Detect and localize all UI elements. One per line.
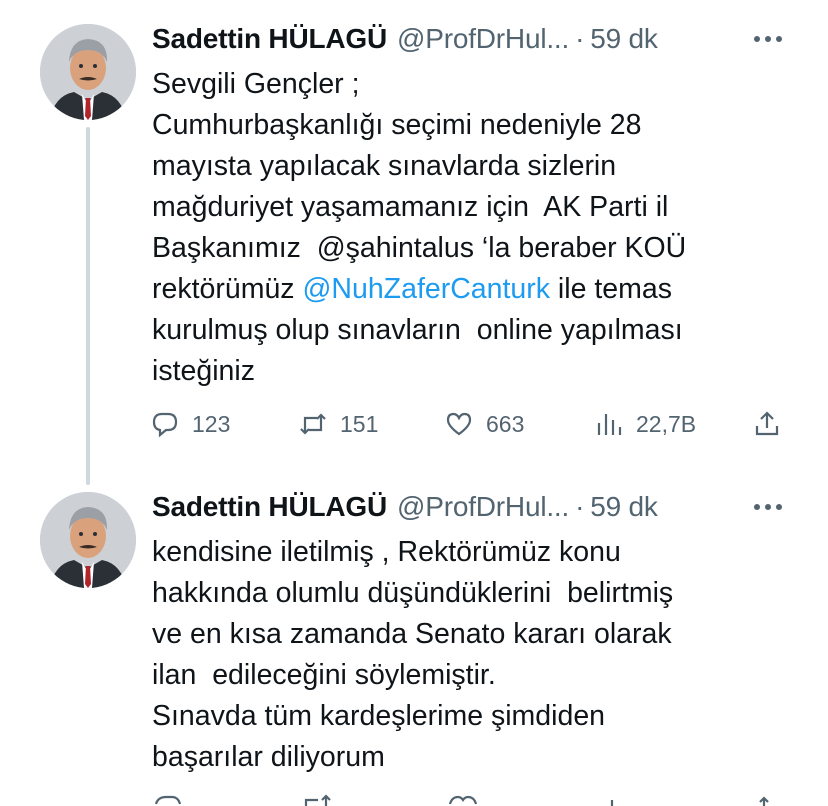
reply-icon	[154, 795, 182, 805]
more-options-button[interactable]	[748, 490, 788, 524]
tweet-text-line: Cumhurbaşkanlığı seçimi nedeniyle 28	[152, 109, 642, 141]
heart-icon	[448, 795, 478, 805]
profile-photo-icon	[40, 24, 136, 120]
tweet-1[interactable]: Sadettin HÜLAGÜ @ProfDrHul... · 59 dk Se…	[0, 0, 828, 485]
tweet-2-actions-partial	[150, 792, 790, 806]
separator-dot: ·	[575, 23, 585, 54]
reply-button[interactable]: 123	[150, 404, 230, 444]
tweet-text-line: kendisine iletilmiş , Rektörümüz konu	[152, 536, 621, 568]
author-handle[interactable]: @ProfDrHul...	[397, 491, 569, 523]
mention-link[interactable]: @NuhZaferCanturk	[302, 273, 550, 305]
retweet-icon	[304, 794, 331, 806]
retweet-icon	[300, 413, 326, 435]
tweet-text-line: kurulmuş olup sınavların online yapılmas…	[152, 314, 683, 346]
tweet-text-line-with-mention: rektörümüz @NuhZaferCanturk ile temas	[152, 269, 772, 310]
reply-icon	[152, 412, 178, 438]
partial-action-icons	[154, 794, 769, 806]
text-fragment: ile temas	[550, 273, 672, 305]
tweet-text-line: ve en kısa zamanda Senato kararı olarak	[152, 618, 672, 650]
like-count: 663	[486, 410, 525, 437]
views-chart-icon	[597, 414, 622, 435]
tweet-header: Sadettin HÜLAGÜ @ProfDrHul... · 59 dk	[152, 490, 658, 524]
tweet-actions: 123 151 663 22,7B	[150, 404, 790, 444]
author-name[interactable]: Sadettin HÜLAGÜ	[152, 23, 387, 55]
tweet-text-line: ilan edileceğini söylemiştir.	[152, 659, 496, 691]
text-fragment: rektörümüz	[152, 273, 303, 305]
share-button[interactable]	[752, 404, 794, 444]
tweet-text-line: hakkında olumlu düşündüklerini belirtmiş	[152, 577, 674, 609]
avatar[interactable]	[40, 492, 136, 588]
tweet-text-line: isteğiniz	[152, 355, 255, 387]
more-dots-icon	[754, 504, 782, 510]
tweet-text-line: Başkanımız @şahintalus ‘la beraber KOÜ	[152, 232, 687, 264]
author-handle[interactable]: @ProfDrHul...	[397, 23, 569, 55]
more-dots-icon	[754, 36, 782, 42]
tweet-text: kendisine iletilmiş , Rektörümüz konu ha…	[152, 532, 772, 778]
tweet-text-line: mağduriyet yaşamamanız için AK Parti il	[152, 191, 669, 223]
separator-dot: ·	[575, 491, 585, 522]
tweet-time[interactable]: 59 dk	[590, 491, 658, 523]
views-button[interactable]: 22,7B	[594, 404, 696, 444]
author-name[interactable]: Sadettin HÜLAGÜ	[152, 491, 387, 523]
heart-icon	[446, 412, 472, 436]
profile-photo-icon	[40, 492, 136, 588]
tweet-text-line: mayısta yapılacak sınavlarda sizlerin	[152, 150, 617, 182]
tweet-text-line: Sevgili Gençler ;	[152, 68, 360, 100]
tweet-text-line: başarılar diliyorum	[152, 741, 385, 773]
share-icon	[755, 411, 779, 436]
tweet-header: Sadettin HÜLAGÜ @ProfDrHul... · 59 dk	[152, 22, 658, 56]
reply-count: 123	[192, 410, 231, 437]
tweet-time[interactable]: 59 dk	[590, 23, 658, 55]
views-count: 22,7B	[636, 410, 697, 437]
thread-connector-line	[86, 127, 90, 485]
share-icon	[759, 796, 769, 806]
tweet-2[interactable]: Sadettin HÜLAGÜ @ProfDrHul... · 59 dk ke…	[0, 470, 828, 802]
avatar[interactable]	[40, 24, 136, 120]
tweet-text: Sevgili Gençler ; Cumhurbaşkanlığı seçim…	[152, 64, 772, 392]
retweet-count: 151	[340, 410, 379, 437]
like-button[interactable]: 663	[444, 404, 524, 444]
tweet-text-line: Sınavda tüm kardeşlerime şimdiden	[152, 700, 606, 732]
retweet-button[interactable]: 151	[298, 404, 378, 444]
more-options-button[interactable]	[748, 22, 788, 56]
